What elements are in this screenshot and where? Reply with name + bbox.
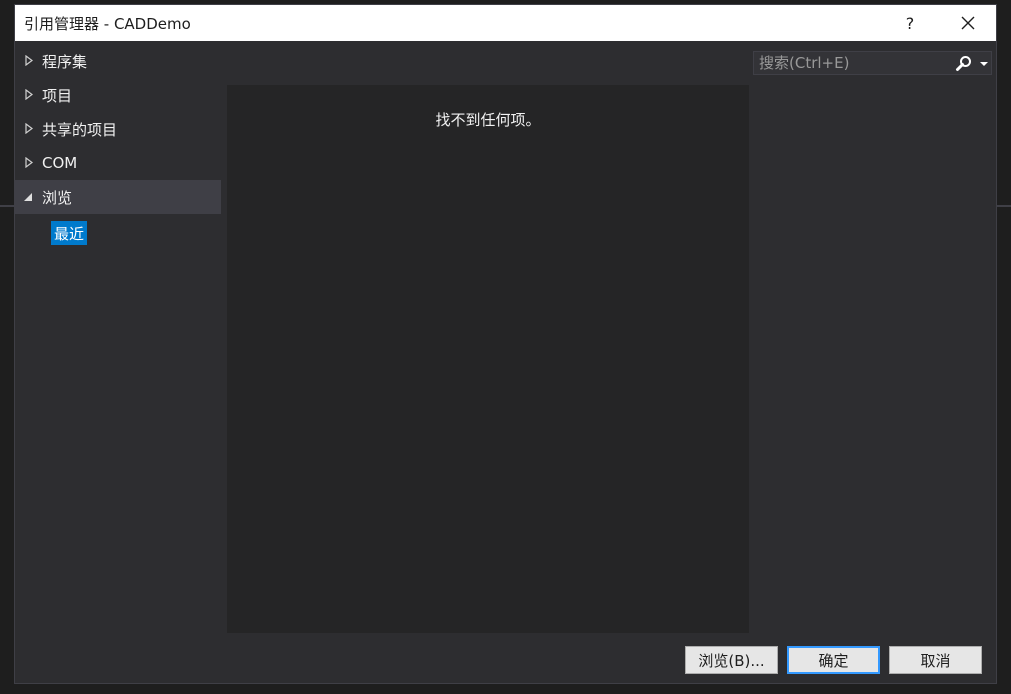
help-icon: ?: [905, 13, 915, 33]
close-icon: [961, 16, 975, 30]
category-sidebar: 程序集 项目 共享的项目 COM 浏览: [15, 41, 221, 641]
expand-triangle-icon[interactable]: [15, 112, 42, 146]
browse-button[interactable]: 浏览(B)...: [685, 646, 778, 674]
help-button[interactable]: ?: [888, 5, 932, 41]
close-button[interactable]: [946, 5, 990, 41]
window-title: 引用管理器 - CADDemo: [24, 15, 191, 33]
background-divider-right: [997, 205, 1011, 207]
sidebar-item-label: COM: [42, 154, 78, 172]
sidebar-item-com[interactable]: COM: [15, 146, 221, 180]
sidebar-item-shared-projects[interactable]: 共享的项目: [15, 112, 221, 146]
sidebar-item-label: 程序集: [42, 52, 88, 71]
collapse-triangle-icon[interactable]: [15, 180, 42, 214]
sidebar-item-label: 共享的项目: [42, 120, 118, 139]
search-input[interactable]: [754, 52, 959, 74]
sidebar-item-label: 浏览: [42, 188, 73, 207]
search-box: [753, 51, 992, 75]
sidebar-item-assemblies[interactable]: 程序集: [15, 44, 221, 78]
expand-triangle-icon[interactable]: [15, 78, 42, 112]
sidebar-item-browse[interactable]: 浏览: [15, 180, 221, 214]
cancel-button[interactable]: 取消: [889, 646, 982, 674]
reference-manager-dialog: 引用管理器 - CADDemo ? 程序集 项目 共享的项目 COM 浏览 最近…: [14, 4, 997, 684]
search-options-dropdown-icon[interactable]: [978, 57, 990, 69]
sidebar-item-projects[interactable]: 项目: [15, 78, 221, 112]
sidebar-item-label: 项目: [42, 86, 73, 105]
search-icon[interactable]: [954, 54, 974, 74]
results-list: 找不到任何项。: [227, 85, 749, 633]
expand-triangle-icon[interactable]: [15, 44, 42, 78]
ok-button[interactable]: 确定: [787, 646, 880, 674]
title-bar: 引用管理器 - CADDemo ?: [15, 5, 996, 41]
empty-message: 找不到任何项。: [435, 111, 541, 129]
background-divider-left: [0, 205, 14, 207]
expand-triangle-icon[interactable]: [15, 146, 42, 180]
sidebar-subitem-recent[interactable]: 最近: [51, 221, 88, 245]
